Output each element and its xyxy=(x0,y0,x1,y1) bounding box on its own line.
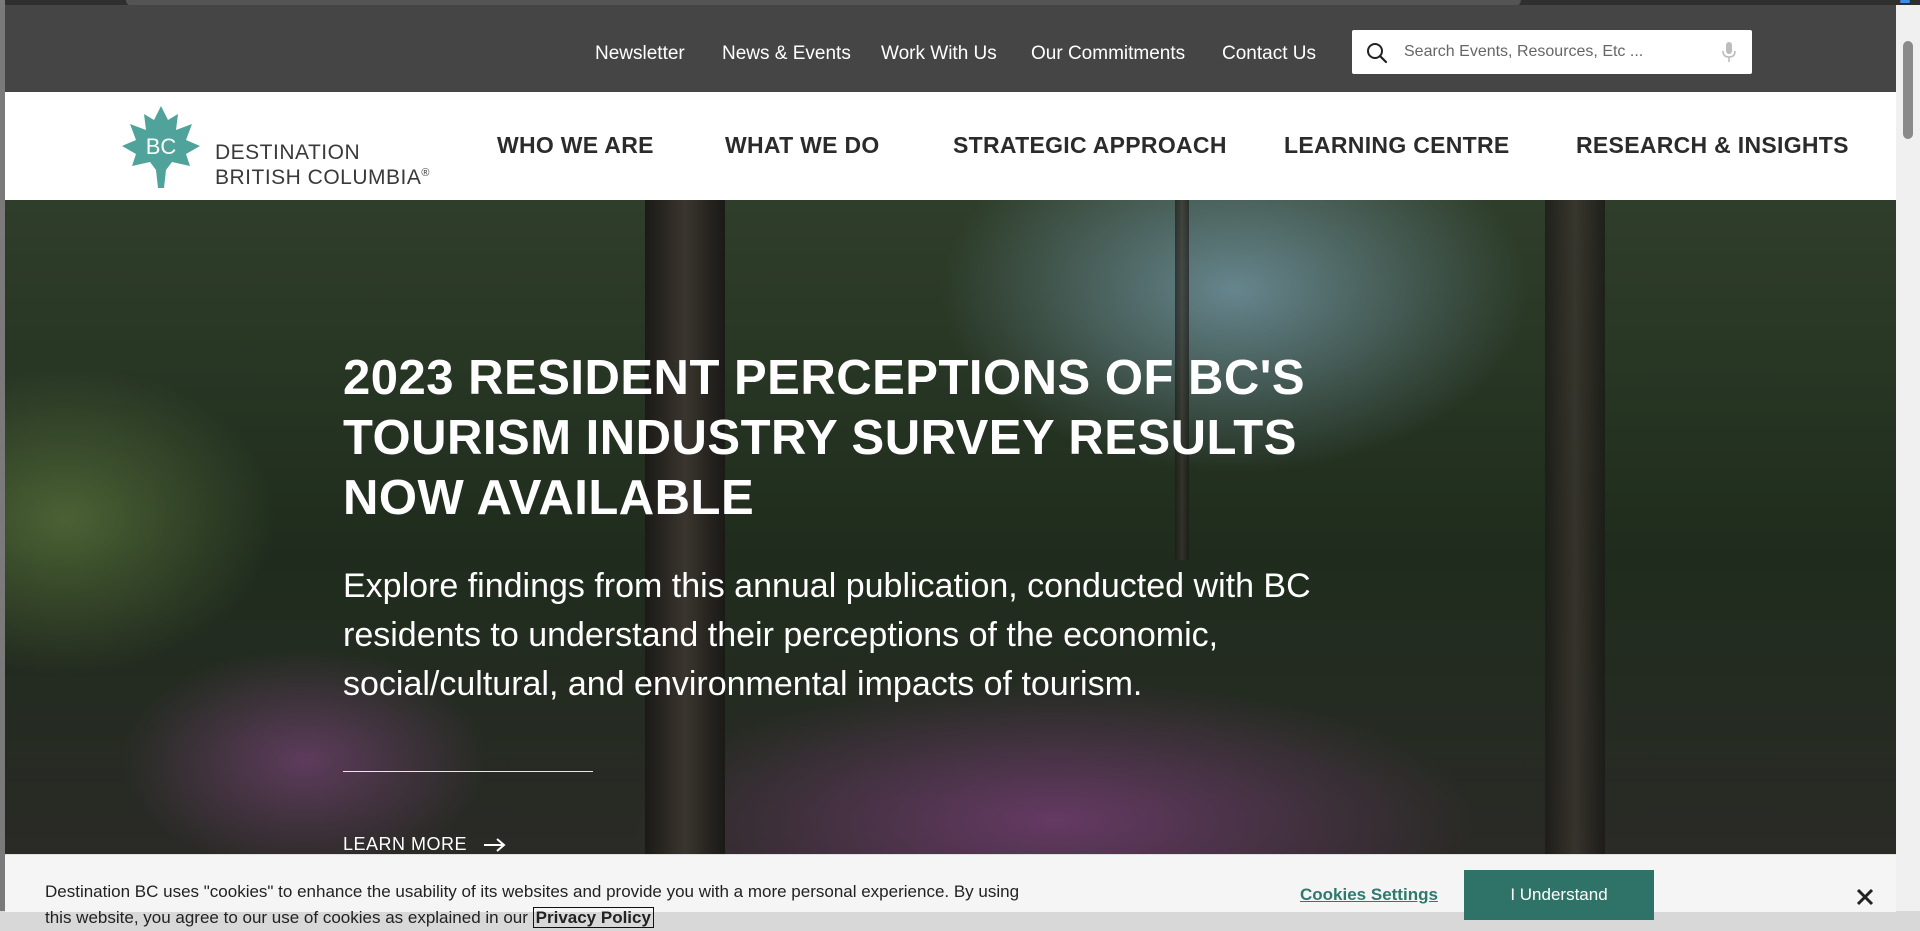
maple-leaf-icon: BC xyxy=(122,106,200,188)
learn-more-label: LEARN MORE xyxy=(343,834,468,854)
arrow-right-icon xyxy=(483,838,506,853)
logo-line-2-wrap: BRITISH COLUMBIA® xyxy=(215,163,430,188)
hero-banner: 2023 RESIDENT PERCEPTIONS OF BC'S TOURIS… xyxy=(5,200,1896,854)
nav-learning-centre[interactable]: LEARNING CENTRE xyxy=(1284,132,1510,159)
nav-strategic-approach[interactable]: STRATEGIC APPROACH xyxy=(953,132,1227,159)
cookie-message-line-1: Destination BC uses "cookies" to enhance… xyxy=(45,882,1020,901)
scrollbar-thumb[interactable] xyxy=(1903,41,1913,139)
work-with-us-link[interactable]: Work With Us xyxy=(881,43,997,65)
destination-bc-logo[interactable]: BC DESTINATION BRITISH COLUMBIA® xyxy=(120,104,440,188)
cookie-message: Destination BC uses "cookies" to enhance… xyxy=(45,879,1045,931)
cookies-settings-link[interactable]: Cookies Settings xyxy=(1300,885,1438,905)
cookie-banner: Destination BC uses "cookies" to enhance… xyxy=(5,854,1896,928)
privacy-policy-link[interactable]: Privacy Policy xyxy=(532,907,654,928)
utility-bar: Newsletter News & Events Work With Us Ou… xyxy=(5,5,1896,92)
browser-indicator xyxy=(1900,0,1910,3)
hero-description: Explore findings from this annual public… xyxy=(343,567,1311,703)
hero-title: 2023 RESIDENT PERCEPTIONS OF BC'S TOURIS… xyxy=(343,351,1306,525)
newsletter-link[interactable]: Newsletter xyxy=(595,43,685,65)
hero-content: 2023 RESIDENT PERCEPTIONS OF BC'S TOURIS… xyxy=(343,348,1403,709)
search-icon[interactable] xyxy=(1366,42,1388,64)
nav-who-we-are[interactable]: WHO WE ARE xyxy=(497,132,654,159)
microphone-icon[interactable] xyxy=(1722,41,1736,63)
main-navigation: BC DESTINATION BRITISH COLUMBIA® WHO WE … xyxy=(5,92,1896,200)
news-events-link[interactable]: News & Events xyxy=(722,43,851,65)
our-commitments-link[interactable]: Our Commitments xyxy=(1031,43,1185,65)
contact-us-link[interactable]: Contact Us xyxy=(1222,43,1316,65)
logo-line-1: DESTINATION xyxy=(215,141,361,164)
registered-mark: ® xyxy=(421,167,430,179)
logo-line-2: BRITISH COLUMBIA xyxy=(215,166,422,189)
learn-more-link[interactable]: LEARN MORE xyxy=(343,834,507,854)
tree-trunk xyxy=(1545,200,1605,854)
hero-divider xyxy=(343,771,593,772)
search-input[interactable] xyxy=(1402,36,1706,68)
close-icon[interactable] xyxy=(1853,885,1877,909)
logo-wordmark: DESTINATION BRITISH COLUMBIA® xyxy=(215,142,430,188)
page-scrollbar[interactable] xyxy=(1896,5,1920,911)
search-box xyxy=(1352,30,1752,74)
nav-what-we-do[interactable]: WHAT WE DO xyxy=(725,132,880,159)
i-understand-button[interactable]: I Understand xyxy=(1464,870,1654,920)
logo-monogram: BC xyxy=(146,134,177,159)
nav-research-insights[interactable]: RESEARCH & INSIGHTS xyxy=(1576,132,1849,159)
